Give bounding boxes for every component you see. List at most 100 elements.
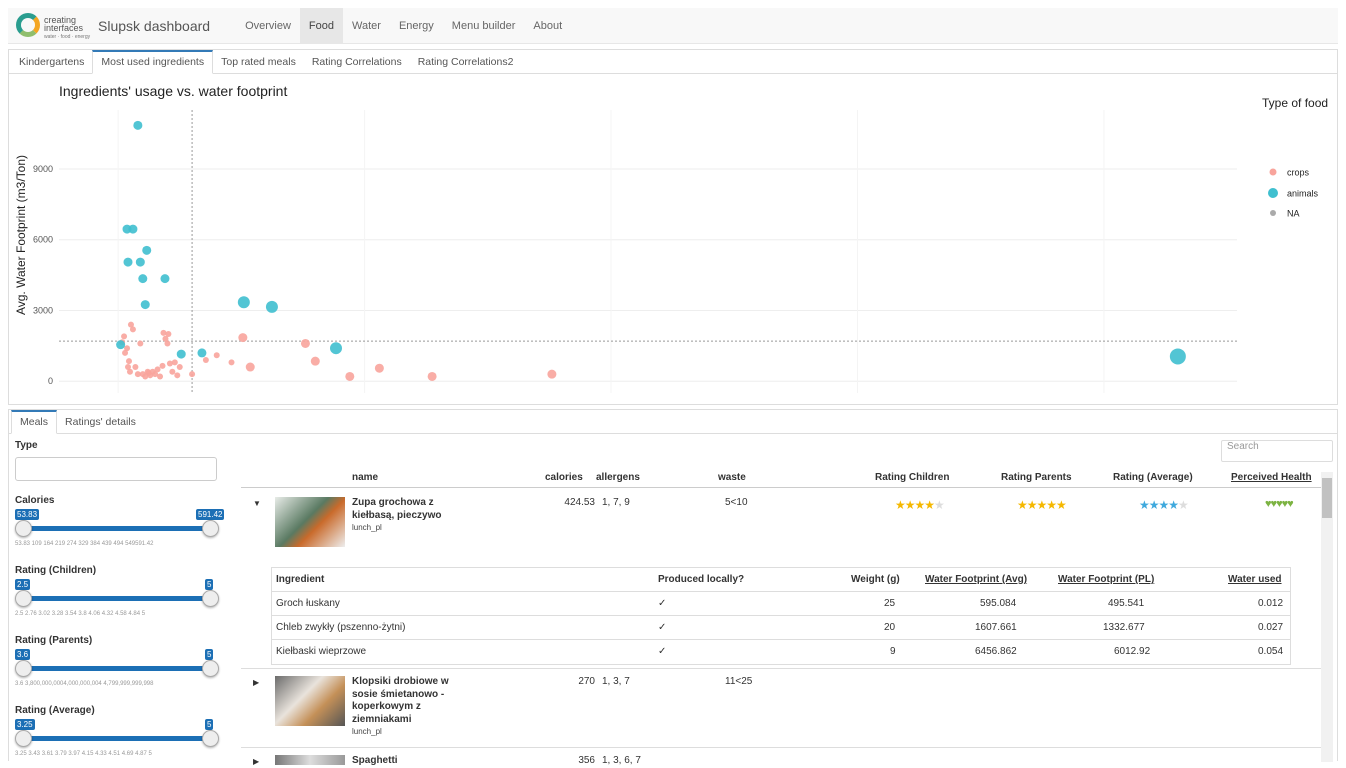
- col-water-used[interactable]: Water used: [1228, 568, 1282, 592]
- row-divider: [241, 747, 1321, 748]
- app-title[interactable]: Slupsk dashboard: [98, 18, 210, 34]
- y-tick-label: 3000: [33, 305, 53, 315]
- data-point-crops: [189, 371, 196, 378]
- ingredient-wf-pl: 495.541: [1108, 598, 1145, 609]
- meal-waste: 5<10: [725, 497, 748, 508]
- navbar: creating interfaces water · food · energ…: [8, 7, 1338, 44]
- col-calories[interactable]: calories: [545, 472, 583, 483]
- data-point-animals: [116, 340, 126, 350]
- legend-label-animals: animals: [1287, 189, 1319, 199]
- ingredients-header-row: Ingredient Produced locally? Weight (g) …: [272, 568, 1290, 592]
- calories-slider[interactable]: Calories 53.83 591.42 53.83 109 164 219 …: [15, 495, 225, 553]
- rating-children-min-value: 2.5: [15, 579, 31, 590]
- tab-meals[interactable]: Meals: [11, 410, 58, 434]
- scrollbar-thumb[interactable]: [1322, 478, 1332, 518]
- search-input[interactable]: Search: [1221, 440, 1333, 462]
- col-allergens[interactable]: allergens: [596, 472, 640, 483]
- legend-marker-NA: [1270, 210, 1276, 216]
- col-wf-avg[interactable]: Water Footprint (Avg): [925, 568, 1027, 592]
- tab-top-rated-meals[interactable]: Top rated meals: [213, 50, 304, 74]
- ingredient-weight: 20: [884, 622, 896, 633]
- meal-allergens: 1, 3, 7: [602, 676, 630, 687]
- rating-average-track: [21, 736, 213, 741]
- legend-title: Type of food: [1262, 96, 1328, 110]
- meal-tabs: Meals Ratings' details: [9, 410, 1337, 434]
- data-point-crops: [157, 373, 164, 380]
- star-icon: ★: [1178, 498, 1189, 512]
- rating-parents-max-handle[interactable]: [202, 660, 219, 677]
- col-name[interactable]: name: [352, 472, 378, 483]
- col-rating-children[interactable]: Rating Children: [875, 472, 949, 483]
- table-scrollbar[interactable]: [1321, 472, 1333, 762]
- ingredient-row: Chleb zwykły (pszenno-żytni) ✓ 20 1607.6…: [272, 616, 1290, 640]
- calories-max-handle[interactable]: [202, 520, 219, 537]
- data-point-crops: [345, 371, 355, 381]
- nav-about[interactable]: About: [524, 8, 571, 44]
- data-point-crops: [164, 340, 171, 347]
- calories-track: [21, 526, 213, 531]
- rating-children-max-handle[interactable]: [202, 590, 219, 607]
- data-point-animals: [142, 245, 152, 255]
- check-icon: ✓: [658, 598, 667, 609]
- tab-rating-correlations2[interactable]: Rating Correlations2: [410, 50, 522, 74]
- data-point-animals: [265, 300, 278, 313]
- nav-menu-builder[interactable]: Menu builder: [443, 8, 525, 44]
- meal-name: Spaghetti: [352, 755, 398, 766]
- ingredient-wf-avg: 1607.661: [975, 622, 1017, 633]
- col-ingredient[interactable]: Ingredient: [276, 568, 324, 592]
- rating-children-label: Rating (Children): [15, 565, 97, 576]
- health-hearts: ♥♥♥♥♥: [1265, 498, 1294, 510]
- data-point-crops: [132, 364, 139, 371]
- meal-name-text: Zupa grochowa z kiełbasą, pieczywo: [352, 497, 442, 521]
- expand-caret-icon[interactable]: ▶: [253, 757, 259, 766]
- rating-children-min-handle[interactable]: [15, 590, 32, 607]
- data-point-animals: [140, 300, 150, 310]
- tab-most-used-ingredients[interactable]: Most used ingredients: [92, 50, 214, 74]
- data-point-animals: [138, 274, 148, 284]
- filter-sidebar: Type Calories 53.83 591.42 53.83 109 164…: [15, 440, 225, 763]
- data-point-crops: [547, 369, 557, 379]
- scatter-chart[interactable]: 03000600090000500100015002000Ingredients…: [9, 75, 1337, 405]
- rating-average-slider[interactable]: Rating (Average) 3.25 5 3.25 3.43 3.61 3…: [15, 705, 220, 763]
- rating-average-max-handle[interactable]: [202, 730, 219, 747]
- nav-overview[interactable]: Overview: [236, 8, 300, 44]
- rating-children-slider[interactable]: Rating (Children) 2.5 5 2.5 2.76 3.02 3.…: [15, 565, 220, 623]
- tab-kindergartens[interactable]: Kindergartens: [11, 50, 92, 74]
- col-weight[interactable]: Weight (g): [851, 568, 900, 592]
- meal-waste: 11<25: [725, 676, 753, 687]
- col-rating-parents[interactable]: Rating Parents: [1001, 472, 1072, 483]
- expand-caret-icon[interactable]: ▶: [253, 678, 259, 687]
- rating-average-ticks: 3.25 3.43 3.61 3.79 3.97 4.15 4.33 4.51 …: [15, 751, 152, 757]
- nav-water[interactable]: Water: [343, 8, 390, 44]
- ingredient-name: Chleb zwykły (pszenno-żytni): [276, 622, 406, 633]
- rating-parents-min-handle[interactable]: [15, 660, 32, 677]
- data-point-crops: [202, 356, 209, 363]
- tab-ratings-details[interactable]: Ratings' details: [57, 410, 144, 434]
- type-input[interactable]: [15, 457, 217, 481]
- col-rating-average[interactable]: Rating (Average): [1113, 472, 1193, 483]
- ingredient-water-used: 0.012: [1258, 598, 1284, 609]
- y-axis-label: Avg. Water Footprint (m3/Ton): [14, 155, 28, 315]
- col-wf-pl[interactable]: Water Footprint (PL): [1058, 568, 1154, 592]
- tab-rating-correlations[interactable]: Rating Correlations: [304, 50, 410, 74]
- logo[interactable]: creating interfaces water · food · energ…: [12, 8, 92, 44]
- ingredient-weight: 25: [884, 598, 896, 609]
- rating-average-min-handle[interactable]: [15, 730, 32, 747]
- rating-children-ticks: 2.5 2.76 3.02 3.28 3.54 3.8 4.06 4.32 4.…: [15, 611, 146, 617]
- col-perceived-health[interactable]: Perceived Health: [1231, 472, 1312, 483]
- col-waste[interactable]: waste: [718, 472, 746, 483]
- nav-energy[interactable]: Energy: [390, 8, 443, 44]
- calories-ticks: 53.83 109 164 219 274 329 384 439 494 54…: [15, 541, 154, 547]
- nav-food[interactable]: Food: [299, 7, 343, 44]
- calories-min-value: 53.83: [15, 509, 40, 520]
- rating-parents-slider[interactable]: Rating (Parents) 3.6 5 3.6 3,800,000,000…: [15, 635, 220, 693]
- legend-label-crops: crops: [1287, 168, 1310, 178]
- calories-max-value: 591.42: [196, 509, 225, 520]
- data-point-crops: [310, 356, 320, 366]
- data-point-crops: [154, 366, 161, 373]
- collapse-caret-icon[interactable]: ▼: [253, 499, 261, 508]
- col-produced-locally[interactable]: Produced locally?: [658, 568, 744, 592]
- calories-min-handle[interactable]: [15, 520, 32, 537]
- meal-name: Klopsiki drobiowe w sosie śmietanowo - k…: [352, 676, 462, 739]
- ingredient-row: Kiełbaski wieprzowe ✓ 9 6456.862 6012.92…: [272, 640, 1290, 664]
